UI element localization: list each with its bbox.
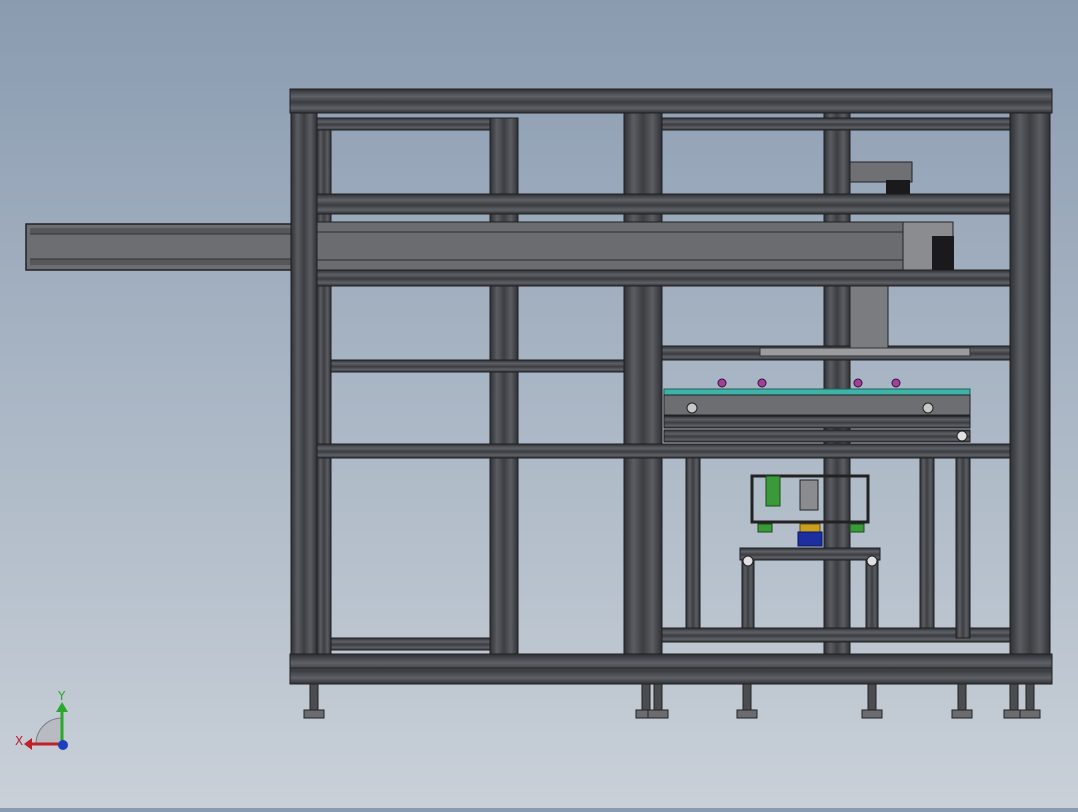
machine-frame-drawing: X Y [15, 88, 1053, 750]
work-table [663, 378, 971, 443]
main-frame [289, 88, 1053, 685]
cad-viewport[interactable]: X Y [0, 0, 1078, 808]
y-axis-label: Y [57, 689, 66, 703]
leveling-feet [303, 683, 1041, 719]
axis-triad: X Y [15, 689, 68, 750]
z-axis-dot [58, 740, 68, 750]
x-axis-label: X [15, 734, 23, 748]
cantilever-beam [25, 223, 293, 271]
